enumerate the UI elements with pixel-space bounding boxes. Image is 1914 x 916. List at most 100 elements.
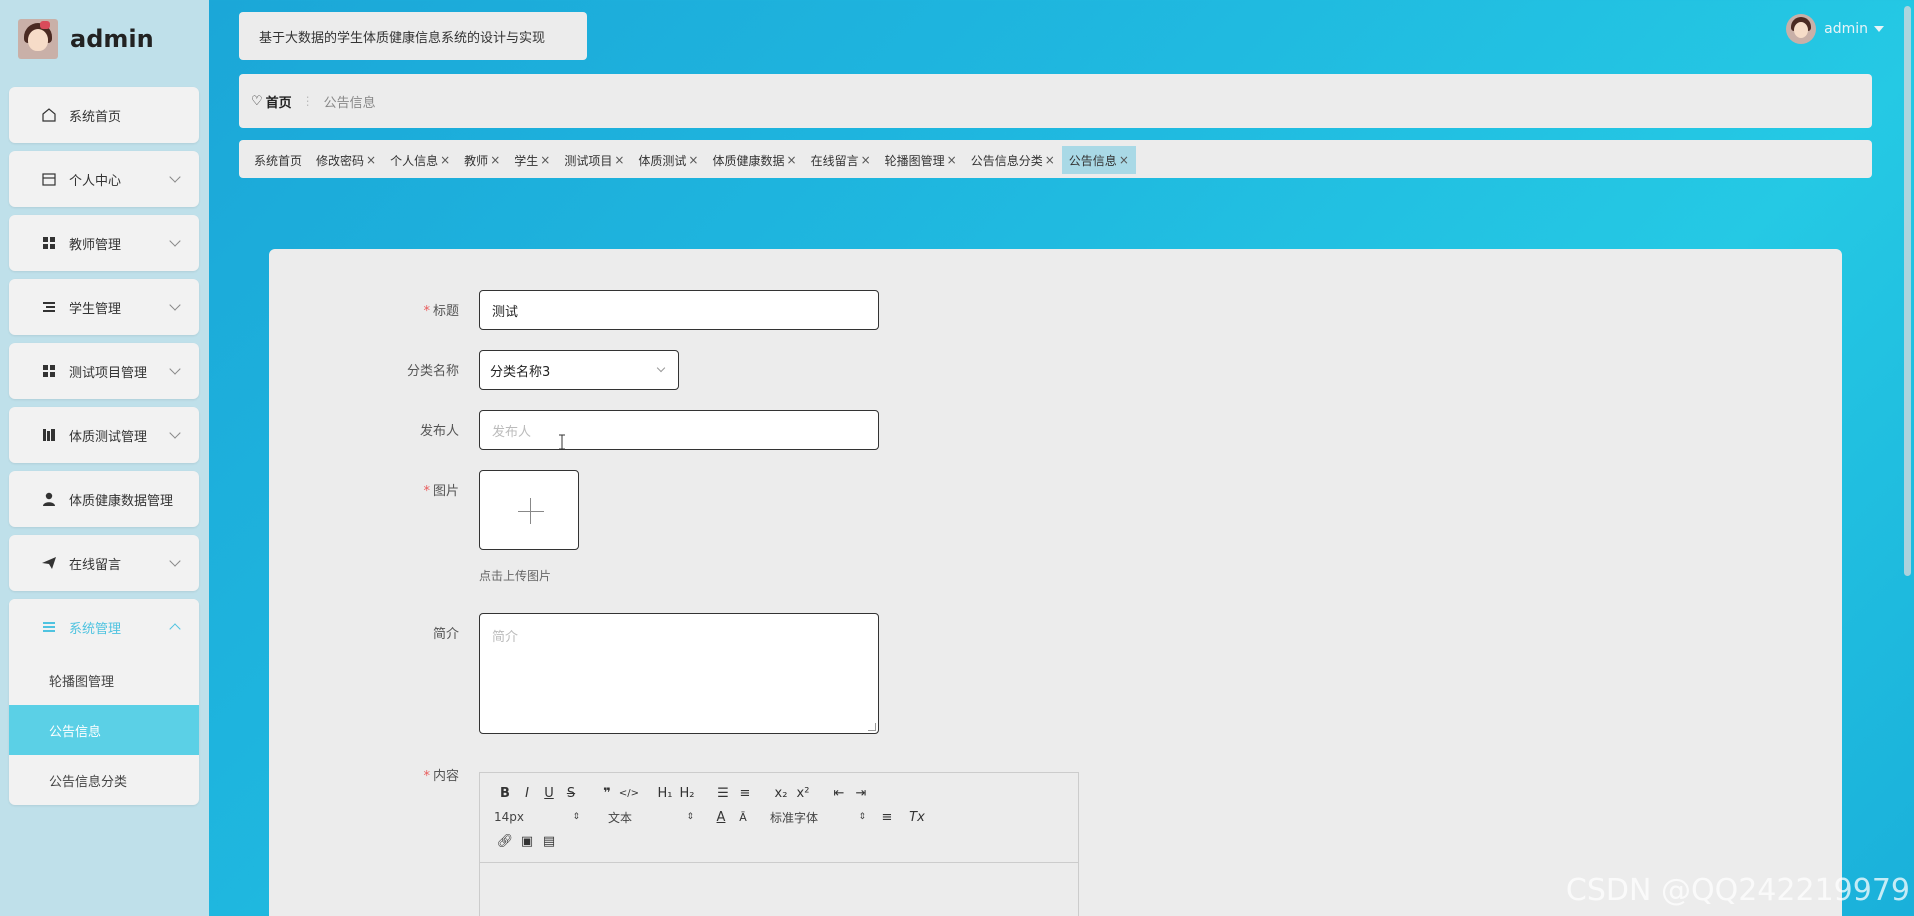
scrollbar[interactable] <box>1900 0 1914 916</box>
tab-change-password[interactable]: 修改密码 × <box>309 146 383 174</box>
close-icon[interactable]: × <box>366 153 376 167</box>
italic-icon[interactable]: I <box>516 786 538 801</box>
upload-hint: 点击上传图片 <box>479 569 552 583</box>
tab-home[interactable]: 系统首页 <box>247 146 309 174</box>
image-icon[interactable]: ▣ <box>516 834 538 849</box>
rich-text-editor: B I U S ❞ </> H₁ H₂ ☰ ≡ x₂ x² ⇤ ⇥ 14px ⇕ … <box>479 772 1079 916</box>
sidebar-item-health-data[interactable]: 体质健康数据管理 <box>9 471 199 527</box>
avatar <box>1786 14 1817 44</box>
bold-icon[interactable]: B <box>494 786 516 801</box>
category-select[interactable]: 分类名称3 <box>479 350 679 390</box>
tab-test-project[interactable]: 测试项目 × <box>557 146 631 174</box>
tab-health-data[interactable]: 体质健康数据 × <box>705 146 803 174</box>
brand-name: admin <box>70 25 154 53</box>
tab-fitness-test[interactable]: 体质测试 × <box>631 146 705 174</box>
image-upload[interactable] <box>479 470 579 550</box>
close-icon[interactable]: × <box>688 153 698 167</box>
h2-icon[interactable]: H₂ <box>676 786 698 801</box>
editor-body[interactable] <box>480 863 1078 916</box>
indent-icon[interactable]: ⇥ <box>850 786 872 801</box>
superscript-icon[interactable]: x² <box>792 786 814 801</box>
user-menu[interactable]: admin <box>1786 14 1884 44</box>
list-icon <box>41 299 57 315</box>
outdent-icon[interactable]: ⇤ <box>828 786 850 801</box>
plus-icon <box>518 511 544 512</box>
tab-notice-category[interactable]: 公告信息分类 × <box>964 146 1062 174</box>
sidebar-item-personal[interactable]: 个人中心 <box>9 151 199 207</box>
video-icon[interactable]: ▤ <box>538 834 560 849</box>
font-color-icon[interactable]: A <box>710 810 732 825</box>
subscript-icon[interactable]: x₂ <box>770 786 792 801</box>
intro-textarea[interactable]: 简介 <box>479 613 879 734</box>
sidebar-item-teacher[interactable]: 教师管理 <box>9 215 199 271</box>
ordered-list-icon[interactable]: ☰ <box>712 786 734 801</box>
scroll-thumb[interactable] <box>1904 6 1911 576</box>
sidebar-item-student[interactable]: 学生管理 <box>9 279 199 335</box>
breadcrumb-current: 公告信息 <box>323 95 376 111</box>
menu-icon <box>41 619 57 635</box>
close-icon[interactable]: × <box>440 153 450 167</box>
updown-icon: ⇕ <box>858 812 866 822</box>
sidebar-subitem-notice[interactable]: 公告信息 <box>9 705 199 755</box>
clear-format-icon[interactable]: Tx <box>906 810 928 825</box>
close-icon[interactable]: × <box>490 153 500 167</box>
h1-icon[interactable]: H₁ <box>654 786 676 801</box>
sidebar-item-fitness-test[interactable]: 体质测试管理 <box>9 407 199 463</box>
close-icon[interactable]: × <box>1045 153 1055 167</box>
close-icon[interactable]: × <box>614 153 624 167</box>
underline-icon[interactable]: U <box>538 786 560 801</box>
tab-teacher[interactable]: 教师 × <box>457 146 507 174</box>
paragraph-value: 文本 <box>608 810 633 825</box>
tab-carousel[interactable]: 轮播图管理 × <box>878 146 964 174</box>
close-icon[interactable]: × <box>787 153 797 167</box>
bullet-list-icon[interactable]: ≡ <box>734 786 756 801</box>
breadcrumb-home[interactable]: ♡ 首页 <box>251 92 292 111</box>
grid-icon <box>41 363 57 379</box>
chevron-down-icon <box>169 235 181 247</box>
font-size-select[interactable]: 14px ⇕ <box>494 810 580 824</box>
publisher-input[interactable]: 发布人 <box>479 410 879 450</box>
tab-student[interactable]: 学生 × <box>507 146 557 174</box>
strikethrough-icon[interactable]: S <box>560 786 582 801</box>
sidebar-subitem-carousel[interactable]: 轮播图管理 <box>9 655 199 705</box>
background-color-icon[interactable]: Ā <box>732 811 754 824</box>
close-icon[interactable]: × <box>540 153 550 167</box>
blockquote-icon[interactable]: ❞ <box>596 786 618 801</box>
sidebar-item-label: 教师管理 <box>69 237 122 253</box>
resize-handle[interactable] <box>868 723 876 731</box>
tabs-bar: 系统首页 修改密码 × 个人信息 × 教师 × 学生 × 测试项目 × 体质测试 × 体质健… <box>239 140 1872 178</box>
close-icon[interactable]: × <box>1119 153 1129 167</box>
sidebar-item-label: 系统管理 <box>69 621 122 637</box>
chevron-down-icon <box>169 427 181 439</box>
tab-label: 公告信息 <box>1068 153 1117 168</box>
tab-label: 体质健康数据 <box>712 153 785 168</box>
sidebar-item-label: 测试项目管理 <box>69 365 148 381</box>
sidebar-item-system[interactable]: 系统管理 <box>9 599 199 655</box>
chevron-up-icon <box>169 623 181 635</box>
updown-icon: ⇕ <box>686 812 694 822</box>
tab-label: 公告信息分类 <box>970 153 1043 168</box>
form-row-intro: 简介 <box>269 623 469 642</box>
sidebar-item-message[interactable]: 在线留言 <box>9 535 199 591</box>
tab-notice[interactable]: 公告信息 × <box>1061 146 1136 174</box>
send-icon <box>41 555 57 571</box>
paragraph-select[interactable]: 文本 ⇕ <box>608 809 694 826</box>
brand: admin <box>18 18 154 60</box>
sidebar-subitem-notice-category[interactable]: 公告信息分类 <box>9 755 199 805</box>
sidebar-item-home[interactable]: 系统首页 <box>9 87 199 143</box>
font-family-select[interactable]: 标准字体 ⇕ <box>770 809 866 826</box>
tab-label: 学生 <box>514 153 539 168</box>
toolbar-row: 🔗︎ ▣ ▤ <box>494 829 1068 853</box>
link-icon[interactable]: 🔗︎ <box>494 834 516 849</box>
sidebar-item-test-project[interactable]: 测试项目管理 <box>9 343 199 399</box>
breadcrumb-home-label: 首页 <box>265 95 292 111</box>
code-icon[interactable]: </> <box>618 788 640 799</box>
tab-message[interactable]: 在线留言 × <box>804 146 878 174</box>
sidebar-item-label: 系统首页 <box>69 109 122 125</box>
align-icon[interactable]: ≡ <box>876 810 898 825</box>
tab-personal-info[interactable]: 个人信息 × <box>383 146 457 174</box>
content-label: * 内容 <box>269 765 469 784</box>
close-icon[interactable]: × <box>947 153 957 167</box>
title-input[interactable]: 测试 <box>479 290 879 330</box>
close-icon[interactable]: × <box>861 153 871 167</box>
